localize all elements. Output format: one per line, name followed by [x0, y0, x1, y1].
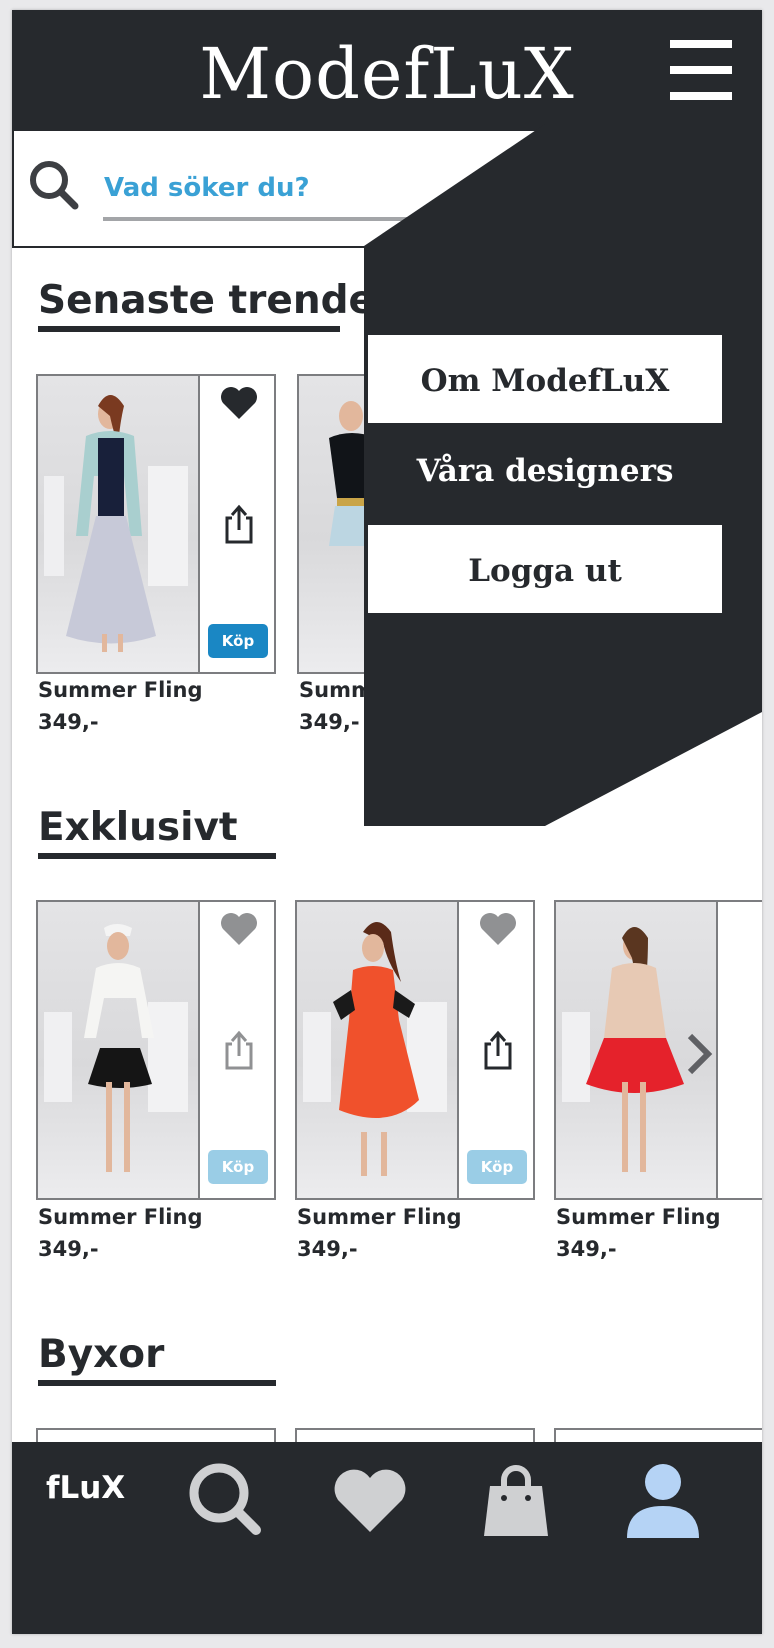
section-underline [38, 326, 340, 332]
product-actions: Köp [198, 902, 274, 1198]
product-name[interactable]: Summer Fling [38, 1205, 202, 1229]
menu-item-about[interactable]: Om ModefLuX [366, 333, 724, 425]
product-name[interactable]: Summer Fling [297, 1205, 461, 1229]
product-actions: Köp [457, 902, 533, 1198]
product-photo[interactable] [38, 902, 198, 1198]
buy-button[interactable]: Köp [208, 1150, 268, 1184]
product-price: 349,- [556, 1237, 617, 1261]
product-card[interactable]: Köp [295, 900, 535, 1200]
product-card[interactable]: Köp [36, 900, 276, 1200]
brand-logo[interactable]: ModefLuX [12, 32, 762, 116]
app-screen: ModefLuX Senaste trender [12, 10, 762, 1634]
menu-item-designers[interactable]: Våra designers [366, 425, 724, 517]
menu-item-logout[interactable]: Logga ut [366, 523, 724, 615]
share-icon[interactable] [482, 1030, 514, 1070]
product-photo[interactable] [297, 902, 457, 1198]
product-price: 349,- [38, 1237, 99, 1261]
share-icon[interactable] [223, 1030, 255, 1070]
product-actions [716, 902, 762, 1198]
product-card[interactable]: Köp [36, 374, 276, 674]
buy-button[interactable]: Köp [208, 624, 268, 658]
section-title-trends: Senaste trender [38, 278, 395, 323]
section-underline [38, 1380, 276, 1386]
search-icon[interactable] [28, 159, 80, 211]
heart-icon[interactable] [332, 1468, 408, 1534]
heart-icon[interactable] [220, 386, 258, 420]
hamburger-menu-icon[interactable] [670, 40, 732, 100]
chevron-right-icon[interactable] [684, 1032, 714, 1076]
section-title-pants: Byxor [38, 1332, 165, 1377]
buy-button[interactable]: Köp [467, 1150, 527, 1184]
product-price: 349,- [299, 710, 360, 734]
product-name[interactable]: Summer Fling [556, 1205, 720, 1229]
search-icon[interactable] [186, 1460, 266, 1540]
user-icon[interactable] [624, 1460, 702, 1540]
heart-icon[interactable] [479, 912, 517, 946]
header: ModefLuX [12, 10, 762, 129]
product-name[interactable]: Summer Fling [38, 678, 202, 702]
bottom-navigation: fLuX [12, 1442, 762, 1634]
share-icon[interactable] [223, 504, 255, 544]
product-card[interactable] [554, 900, 762, 1200]
product-price: 349,- [297, 1237, 358, 1261]
nav-logo[interactable]: fLuX [46, 1470, 125, 1506]
section-title-exclusive: Exklusivt [38, 805, 238, 850]
section-underline [38, 853, 276, 859]
product-price: 349,- [38, 710, 99, 734]
heart-icon[interactable] [220, 912, 258, 946]
product-actions: Köp [198, 376, 274, 672]
product-photo[interactable] [38, 376, 198, 672]
shopping-bag-icon[interactable] [478, 1464, 554, 1540]
